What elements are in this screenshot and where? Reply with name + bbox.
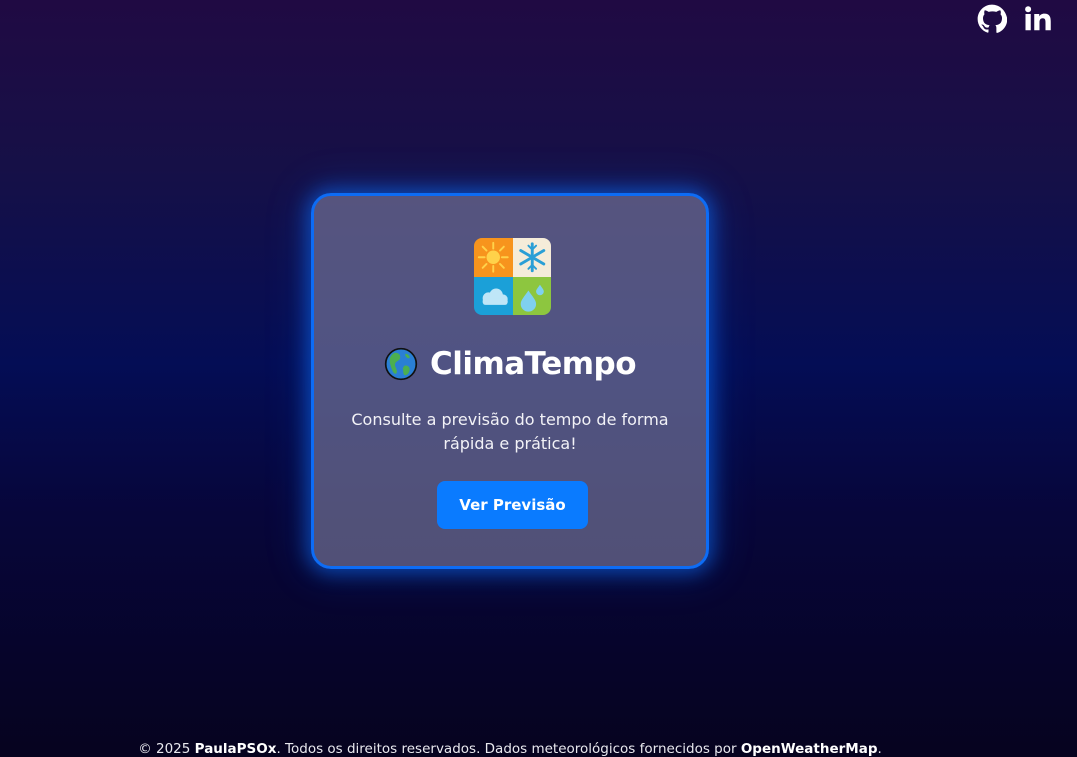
snowflake-tile	[512, 238, 551, 277]
app-title: ClimaTempo	[429, 346, 637, 382]
github-icon	[977, 4, 1007, 33]
footer-copyright: © 2025	[138, 741, 191, 757]
welcome-card: ClimaTempo Consulte a previsão do tempo …	[311, 193, 709, 569]
raindrop-tile	[512, 276, 551, 315]
footer-end: .	[877, 741, 882, 757]
github-link[interactable]	[977, 4, 1007, 34]
weather-seasons-icon	[474, 238, 551, 315]
footer-rights-text: . Todos os direitos reservados. Dados me…	[276, 741, 737, 757]
footer: © 2025 PaulaPSOx. Todos os direitos rese…	[0, 741, 1020, 757]
sun-tile	[474, 238, 513, 277]
globe-americas-icon	[384, 347, 418, 381]
social-links	[977, 4, 1053, 34]
title-row: ClimaTempo	[314, 346, 706, 382]
see-forecast-button[interactable]: Ver Previsão	[437, 481, 588, 529]
footer-data-provider: OpenWeatherMap	[740, 741, 878, 757]
linkedin-icon	[1025, 6, 1051, 31]
linkedin-link[interactable]	[1023, 4, 1053, 34]
cloud-tile	[474, 276, 513, 315]
footer-author: PaulaPSOx	[194, 741, 277, 757]
app-subtitle: Consulte a previsão do tempo de forma rá…	[351, 410, 669, 453]
